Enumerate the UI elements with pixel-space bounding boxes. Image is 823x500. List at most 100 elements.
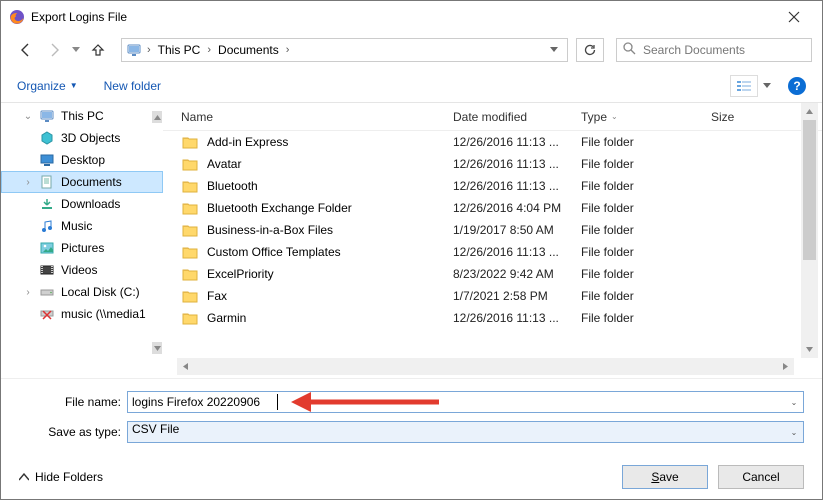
sidebar-item-label: Downloads [61, 197, 120, 211]
address-bar[interactable]: › This PC › Documents › [121, 38, 568, 62]
sidebar-item-downloads[interactable]: › Downloads [1, 193, 163, 215]
file-date: 12/26/2016 11:13 ... [453, 311, 581, 325]
forward-button[interactable] [41, 38, 67, 62]
save-button[interactable]: Save [622, 465, 708, 489]
column-header-type[interactable]: Type⌄ [581, 110, 711, 124]
scroll-up-arrow[interactable] [801, 103, 818, 120]
hide-folders-toggle[interactable]: Hide Folders [19, 470, 103, 484]
table-row[interactable]: Fax1/7/2021 2:58 PMFile folder [163, 285, 822, 307]
documents-icon [39, 174, 55, 190]
sidebar-item-local-disk[interactable]: › Local Disk (C:) [1, 281, 163, 303]
chevron-right-icon[interactable]: › [142, 44, 156, 56]
sidebar-item-desktop[interactable]: › Desktop [1, 149, 163, 171]
chevron-right-icon[interactable]: › [281, 44, 295, 56]
saveastype-dropdown[interactable]: ⌄ [787, 424, 801, 440]
file-type: File folder [581, 157, 711, 171]
organize-menu[interactable]: Organize ▼ [17, 79, 78, 93]
file-date: 1/19/2017 8:50 AM [453, 223, 581, 237]
file-type: File folder [581, 135, 711, 149]
breadcrumb-root[interactable]: This PC [156, 43, 203, 57]
expand-icon[interactable]: › [23, 177, 33, 188]
table-row[interactable]: Add-in Express12/26/2016 11:13 ...File f… [163, 131, 822, 153]
folder-icon [181, 156, 199, 172]
filename-input[interactable] [127, 391, 804, 413]
sidebar-item-3d-objects[interactable]: › 3D Objects [1, 127, 163, 149]
recent-locations-dropdown[interactable] [69, 47, 83, 53]
scroll-left-arrow[interactable] [177, 358, 194, 375]
sidebar-item-network-music[interactable]: › music (\\media1 [1, 303, 163, 325]
scroll-down-arrow[interactable] [801, 341, 818, 358]
expand-icon[interactable]: › [23, 287, 33, 298]
saveastype-select[interactable]: CSV File [127, 421, 804, 443]
column-header-name[interactable]: Name [181, 110, 453, 124]
close-button[interactable] [774, 3, 814, 31]
sidebar-item-pictures[interactable]: › Pictures [1, 237, 163, 259]
sidebar-item-videos[interactable]: › Videos [1, 259, 163, 281]
file-date: 12/26/2016 11:13 ... [453, 135, 581, 149]
filename-dropdown[interactable]: ⌄ [787, 394, 801, 410]
bottom-bar: Hide Folders Save Cancel [1, 455, 822, 499]
downloads-icon [39, 196, 55, 212]
file-type: File folder [581, 311, 711, 325]
table-row[interactable]: Bluetooth Exchange Folder12/26/2016 4:04… [163, 197, 822, 219]
table-row[interactable]: Bluetooth12/26/2016 11:13 ...File folder [163, 175, 822, 197]
file-date: 12/26/2016 11:13 ... [453, 179, 581, 193]
file-date: 12/26/2016 4:04 PM [453, 201, 581, 215]
sidebar-item-music[interactable]: › Music [1, 215, 163, 237]
table-row[interactable]: Business-in-a-Box Files1/19/2017 8:50 AM… [163, 219, 822, 241]
up-button[interactable] [85, 38, 111, 62]
folder-icon [181, 222, 199, 238]
titlebar: Export Logins File [1, 1, 822, 31]
scroll-thumb[interactable] [803, 120, 816, 260]
pc-icon [39, 108, 55, 124]
music-icon [39, 218, 55, 234]
sidebar-scroll-up[interactable] [152, 111, 162, 123]
refresh-button[interactable] [576, 38, 604, 62]
sidebar-item-this-pc[interactable]: ⌄ This PC [1, 105, 163, 127]
table-row[interactable]: Garmin12/26/2016 11:13 ...File folder [163, 307, 822, 329]
file-name: Fax [207, 289, 453, 303]
table-row[interactable]: ExcelPriority8/23/2022 9:42 AMFile folde… [163, 263, 822, 285]
breadcrumb-folder[interactable]: Documents [216, 43, 281, 57]
scroll-right-arrow[interactable] [777, 358, 794, 375]
sidebar-scroll-down[interactable] [152, 342, 162, 354]
search-input[interactable]: Search Documents [616, 38, 812, 62]
table-row[interactable]: Custom Office Templates12/26/2016 11:13 … [163, 241, 822, 263]
view-options-button[interactable] [730, 75, 758, 97]
chevron-right-icon[interactable]: › [202, 44, 216, 56]
column-headers: Name Date modified Type⌄ Size [163, 103, 822, 131]
toolbar: Organize ▼ New folder ? [1, 69, 822, 103]
file-name: ExcelPriority [207, 267, 453, 281]
table-row[interactable]: Avatar12/26/2016 11:13 ...File folder [163, 153, 822, 175]
file-date: 8/23/2022 9:42 AM [453, 267, 581, 281]
pc-icon [126, 42, 142, 58]
horizontal-scrollbar[interactable] [177, 358, 794, 375]
file-date: 12/26/2016 11:13 ... [453, 245, 581, 259]
sidebar-item-label: Videos [61, 263, 97, 277]
sidebar-item-label: Music [61, 219, 92, 233]
vertical-scrollbar[interactable] [801, 103, 818, 358]
back-button[interactable] [13, 38, 39, 62]
new-folder-button[interactable]: New folder [104, 79, 161, 93]
drive-icon [39, 284, 55, 300]
file-name: Garmin [207, 311, 453, 325]
column-header-date[interactable]: Date modified [453, 110, 581, 124]
folder-icon [181, 310, 199, 326]
folder-icon [181, 200, 199, 216]
folder-icon [181, 134, 199, 150]
file-name: Bluetooth Exchange Folder [207, 201, 453, 215]
file-type: File folder [581, 289, 711, 303]
help-button[interactable]: ? [788, 77, 806, 95]
view-dropdown[interactable] [760, 75, 774, 97]
file-name: Bluetooth [207, 179, 453, 193]
collapse-icon[interactable]: ⌄ [23, 111, 33, 122]
file-name: Add-in Express [207, 135, 453, 149]
address-dropdown[interactable] [545, 47, 563, 53]
sidebar-item-label: 3D Objects [61, 131, 120, 145]
column-header-size[interactable]: Size [711, 110, 771, 124]
sidebar-item-documents[interactable]: › Documents [1, 171, 163, 193]
nav-row: › This PC › Documents › Search Documents [1, 31, 822, 69]
folder-icon [181, 244, 199, 260]
file-type: File folder [581, 245, 711, 259]
cancel-button[interactable]: Cancel [718, 465, 804, 489]
